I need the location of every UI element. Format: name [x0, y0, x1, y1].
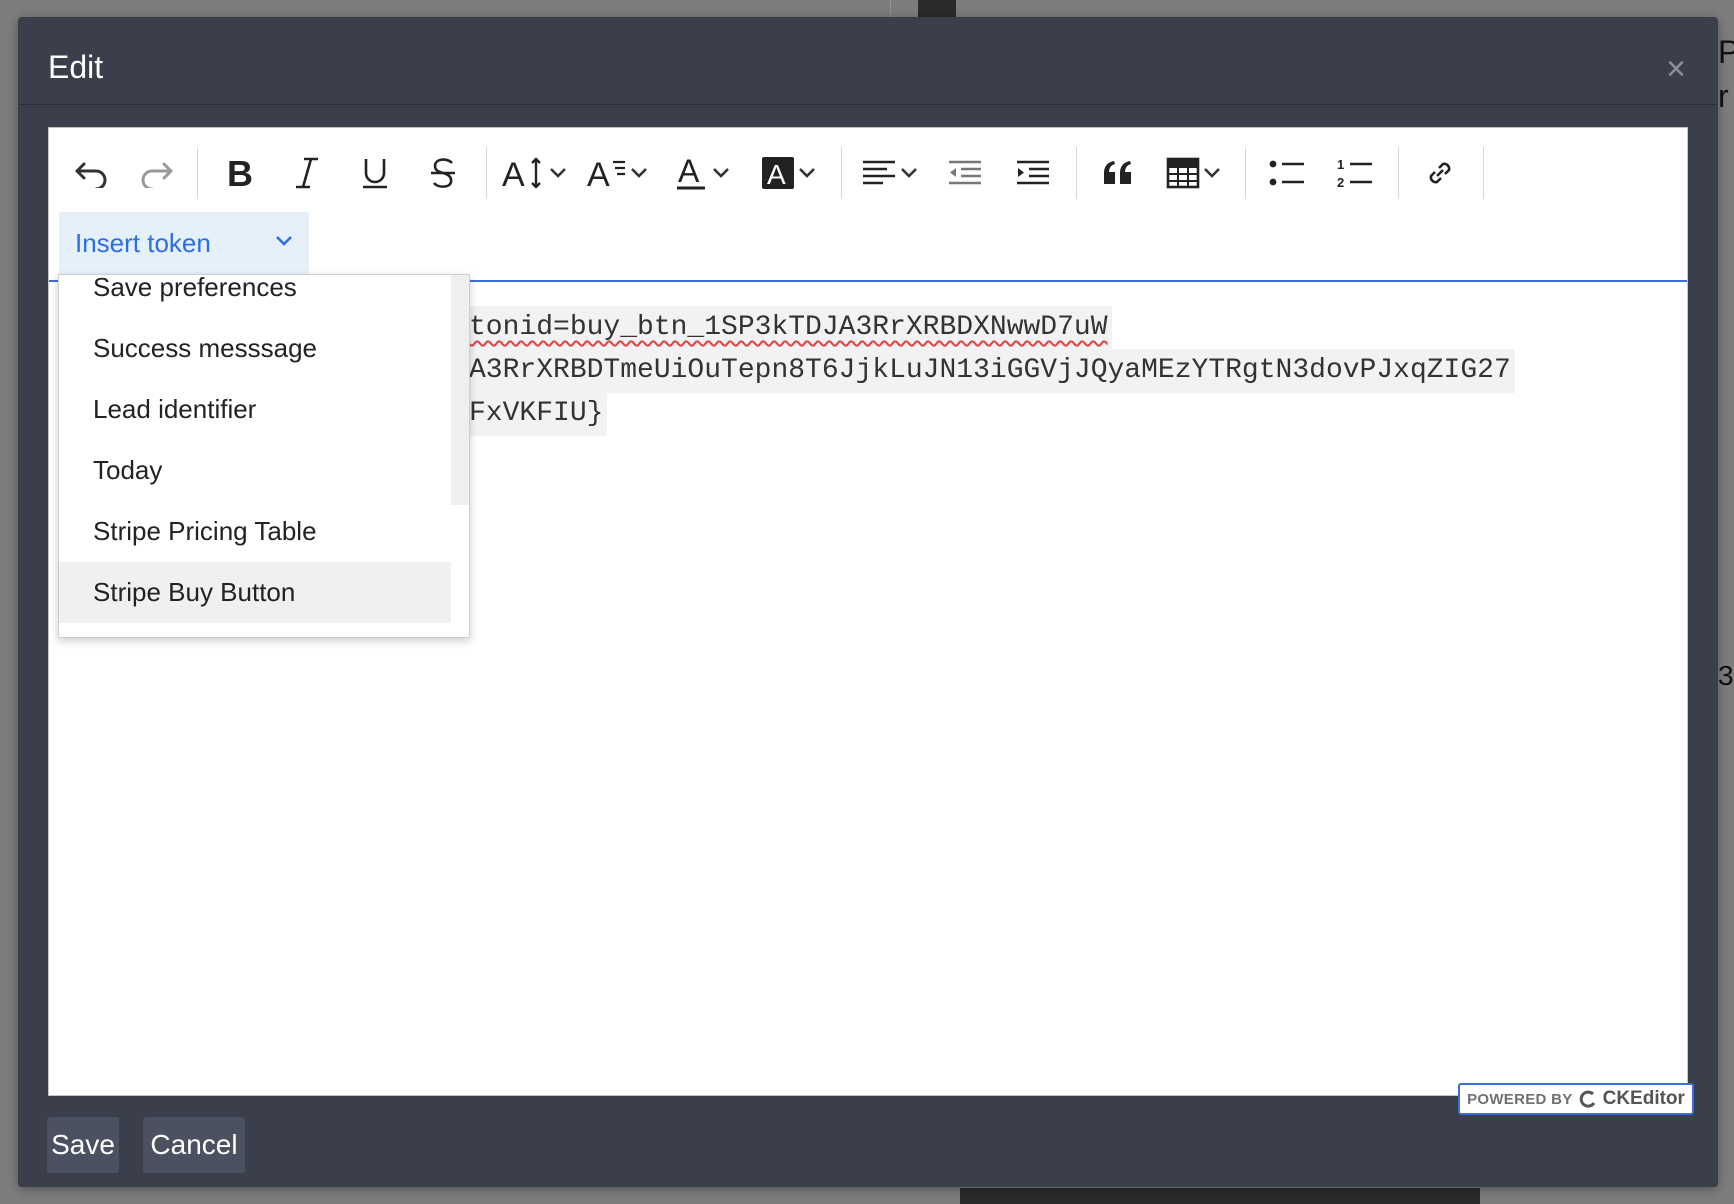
redo-icon[interactable]: [127, 147, 185, 199]
font-family-icon[interactable]: A: [579, 147, 657, 199]
ckeditor-brand: CKEditor: [1602, 1088, 1685, 1109]
background-text: r: [1718, 78, 1729, 114]
underline-icon[interactable]: [344, 147, 406, 199]
toolbar-separator: [1076, 147, 1077, 199]
svg-text:B: B: [227, 156, 253, 190]
save-button[interactable]: Save: [47, 1117, 119, 1173]
svg-text:A: A: [587, 156, 610, 190]
table-icon[interactable]: [1155, 147, 1233, 199]
toolbar-separator: [197, 147, 198, 199]
chevron-down-icon: [276, 236, 292, 246]
blockquote-icon[interactable]: [1087, 147, 1149, 199]
insert-token-label: Insert token: [75, 227, 211, 258]
menu-item-save-preferences[interactable]: Save preferences: [59, 275, 451, 318]
font-color-icon[interactable]: A: [663, 147, 743, 199]
indent-icon[interactable]: [1002, 147, 1064, 199]
menu-item-stripe-buy-button[interactable]: Stripe Buy Button: [59, 562, 451, 623]
align-icon[interactable]: [852, 147, 928, 199]
content-text: FxVKFIU}: [469, 398, 604, 429]
background-block: [960, 1188, 1480, 1204]
toolbar-separator: [1245, 147, 1246, 199]
toolbar-separator: [1483, 147, 1484, 199]
menu-item-success-message[interactable]: Success messsage: [59, 318, 451, 379]
toolbar-separator: [1398, 147, 1399, 199]
menu-item-today[interactable]: Today: [59, 440, 451, 501]
bulleted-list-icon[interactable]: [1256, 147, 1318, 199]
content-line: A3RrXRBDTmeUiOuTepn8T6JjkLuJN13iGGVjJQya…: [469, 349, 1515, 393]
svg-text:1: 1: [1337, 157, 1344, 172]
background-block: [918, 0, 956, 17]
outdent-icon[interactable]: [934, 147, 996, 199]
menu-scrollbar[interactable]: [451, 275, 469, 505]
content-text: tonid=buy_btn_1SP3kTDJA3RrXRBDXNwwD7uW: [469, 312, 1108, 343]
svg-text:A: A: [678, 155, 700, 189]
svg-text:A: A: [502, 156, 525, 190]
dialog-header: Edit ×: [18, 17, 1718, 105]
svg-text:2: 2: [1337, 175, 1344, 189]
numbered-list-icon[interactable]: 12: [1324, 147, 1386, 199]
powered-by-label: POWERED BY: [1467, 1090, 1573, 1108]
toolbar-separator: [486, 147, 487, 199]
dialog-title: Edit: [48, 49, 104, 85]
content-line: FxVKFIU}: [469, 392, 608, 436]
powered-by-ckeditor-badge[interactable]: POWERED BY CKEditor: [1458, 1083, 1694, 1115]
undo-icon[interactable]: [63, 147, 121, 199]
insert-token-menu: Save preferences Success messsage Lead i…: [58, 274, 470, 638]
content-line: tonid=buy_btn_1SP3kTDJA3RrXRBDXNwwD7uW: [469, 306, 1112, 350]
ckeditor-logo-icon: [1579, 1090, 1595, 1108]
editor-toolbar: B A A A A 1 2 Insert token: [49, 128, 1687, 282]
toolbar-row: B A A A A 1 2: [63, 140, 1494, 206]
italic-icon[interactable]: [276, 147, 338, 199]
content-text: A3RrXRBDTmeUiOuTepn8T6JjkLuJN13iGGVjJQya…: [469, 355, 1511, 386]
strikethrough-icon[interactable]: [412, 147, 474, 199]
insert-token-dropdown[interactable]: Insert token: [59, 212, 309, 274]
menu-item-lead-identifier[interactable]: Lead identifier: [59, 379, 451, 440]
background-guide: [890, 0, 891, 17]
link-icon[interactable]: [1409, 147, 1471, 199]
background-text: 3D: [1718, 660, 1734, 691]
close-button[interactable]: ×: [1660, 52, 1692, 86]
cancel-button[interactable]: Cancel: [143, 1117, 245, 1173]
font-size-icon[interactable]: A: [497, 147, 573, 199]
toolbar-separator: [841, 147, 842, 199]
background-color-icon[interactable]: A: [749, 147, 829, 199]
svg-text:A: A: [767, 159, 786, 190]
menu-item-stripe-pricing-table[interactable]: Stripe Pricing Table: [59, 501, 451, 562]
background-text: P: [1718, 34, 1734, 70]
bold-icon[interactable]: B: [208, 147, 270, 199]
